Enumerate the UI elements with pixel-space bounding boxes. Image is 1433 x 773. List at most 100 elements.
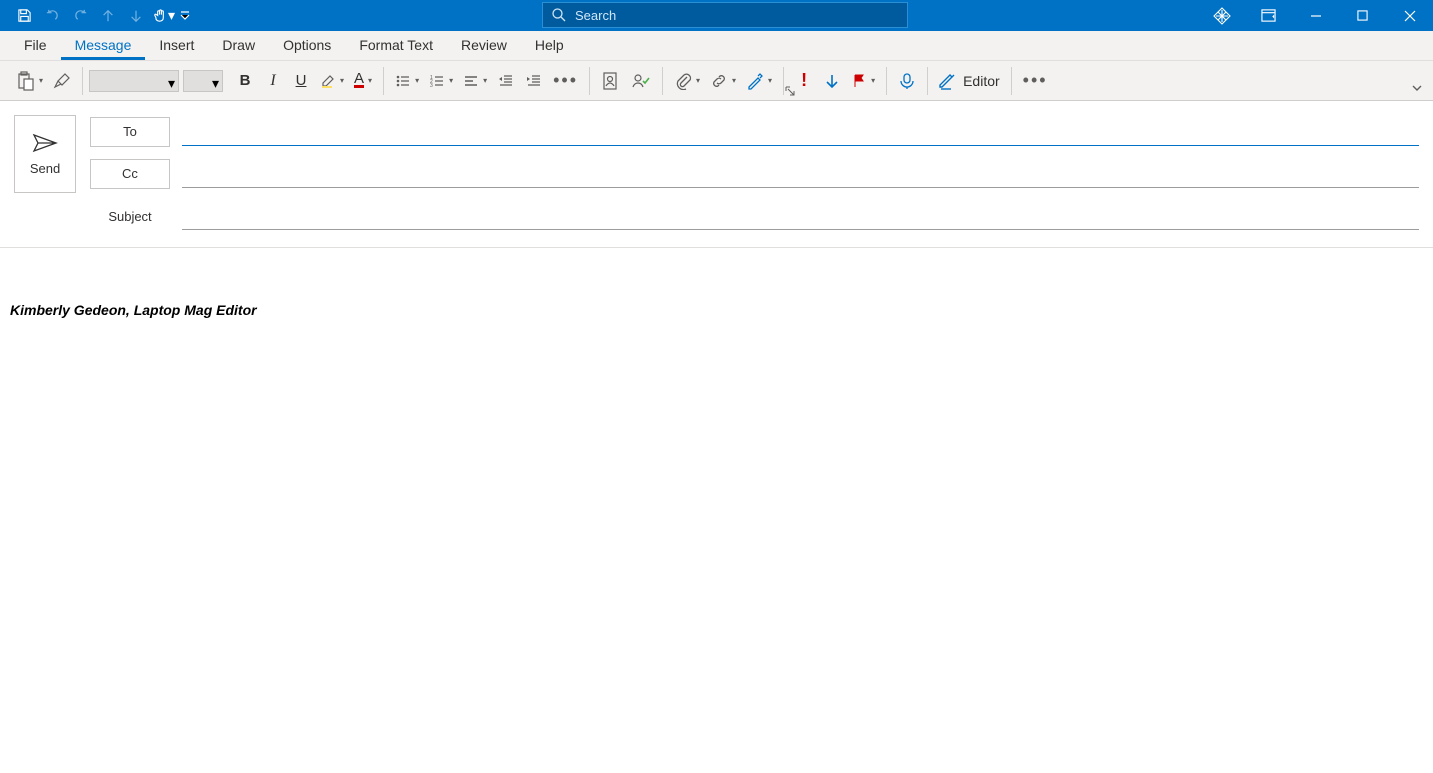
align-icon [463,73,479,89]
editor-pen-icon [939,72,957,90]
subject-label: Subject [90,209,170,224]
ribbon-display-icon [1261,8,1276,23]
search-input[interactable] [575,8,899,23]
pen-icon [746,72,764,90]
tab-file[interactable]: File [10,30,61,60]
previous-item-button[interactable] [94,0,122,31]
to-field[interactable] [182,118,1419,146]
search-icon [551,7,567,23]
maximize-icon [1357,10,1368,21]
chevron-down-icon: ▾ [871,76,875,85]
align-button[interactable]: ▾ [458,63,492,99]
numbering-button[interactable]: 123 ▾ [424,63,458,99]
close-button[interactable] [1386,0,1433,31]
editor-label: Editor [963,73,1000,89]
microphone-icon [898,72,916,90]
indent-icon [526,73,542,89]
tab-draw[interactable]: Draw [208,30,269,60]
dialog-launcher-icon [784,85,796,97]
customize-qat-button[interactable] [178,0,192,31]
ellipsis-icon: ••• [1023,70,1048,91]
address-book-button[interactable] [596,63,626,99]
chevron-down-icon [1411,82,1423,94]
send-button[interactable]: Send [14,115,76,193]
bullets-button[interactable]: ▾ [390,63,424,99]
tab-insert[interactable]: Insert [145,30,208,60]
chevron-down-icon: ▾ [39,76,43,85]
exclamation-icon: ! [801,70,807,91]
message-body[interactable]: Kimberly Gedeon, Laptop Mag Editor [0,248,1433,338]
chevron-down-icon: ▾ [732,76,736,85]
signature-text: Kimberly Gedeon, Laptop Mag Editor [10,302,1423,318]
font-size-selector[interactable]: ▾ [183,70,223,92]
highlighter-icon [320,73,336,89]
minimize-button[interactable] [1292,0,1339,31]
decrease-indent-button[interactable] [492,63,520,99]
subject-field[interactable] [182,202,1419,230]
undo-button[interactable] [38,0,66,31]
maximize-button[interactable] [1339,0,1386,31]
check-names-button[interactable] [626,63,656,99]
minimize-icon [1310,10,1322,22]
bold-button[interactable]: B [231,63,259,99]
hand-icon [153,8,168,23]
send-label: Send [30,161,60,176]
ribbon-toolbar: ▾ ▾ ▾ B I U ▾ A ▾ ▾ 123 ▾ ▾ ••• [0,61,1433,101]
tab-options[interactable]: Options [269,30,345,60]
paperclip-icon [674,72,692,90]
dictate-button[interactable] [893,63,921,99]
follow-up-button[interactable]: ▾ [846,63,880,99]
link-icon [710,72,728,90]
link-button[interactable]: ▾ [705,63,741,99]
tab-format-text[interactable]: Format Text [345,30,447,60]
save-button[interactable] [10,0,38,31]
italic-icon: I [270,72,275,90]
font-name-selector[interactable]: ▾ [89,70,179,92]
undo-icon [45,8,60,23]
basic-text-launcher[interactable] [784,84,798,98]
chevron-down-icon: ▾ [415,76,419,85]
more-commands-button[interactable]: ••• [1018,63,1053,99]
low-importance-button[interactable] [818,63,846,99]
highlight-button[interactable]: ▾ [315,63,349,99]
to-button[interactable]: To [90,117,170,147]
search-box[interactable] [542,2,908,28]
font-color-icon: A [354,73,364,88]
chevron-down-icon: ▾ [368,76,372,85]
attach-file-button[interactable]: ▾ [669,63,705,99]
ribbon-display-button[interactable] [1245,0,1292,31]
collapse-ribbon-button[interactable] [1407,78,1427,98]
tab-help[interactable]: Help [521,30,578,60]
chevron-down-icon: ▾ [168,75,175,92]
font-color-button[interactable]: A ▾ [349,63,377,99]
touch-mouse-mode-button[interactable]: ▾ [150,0,178,31]
save-icon [17,8,32,23]
tab-message[interactable]: Message [61,30,146,60]
underline-button[interactable]: U [287,63,315,99]
bold-icon: B [240,72,251,89]
tab-review[interactable]: Review [447,30,521,60]
chevron-down-icon: ▾ [340,76,344,85]
format-painter-button[interactable] [48,63,76,99]
bullets-icon [395,73,411,89]
cc-field[interactable] [182,160,1419,188]
coming-soon-button[interactable] [1198,0,1245,31]
outdent-icon [498,73,514,89]
cc-button[interactable]: Cc [90,159,170,189]
redo-button[interactable] [66,0,94,31]
increase-indent-button[interactable] [520,63,548,99]
signature-button[interactable]: ▾ [741,63,777,99]
paste-button[interactable]: ▾ [10,63,48,99]
italic-button[interactable]: I [259,63,287,99]
next-item-button[interactable] [122,0,150,31]
more-formatting-button[interactable]: ••• [548,63,583,99]
chevron-down-icon: ▾ [212,75,219,92]
arrow-down-icon [129,9,143,23]
editor-button[interactable]: Editor [934,63,1005,99]
send-icon [32,133,58,153]
clipboard-icon [15,71,35,91]
chevron-down-icon: ▾ [449,76,453,85]
chevron-down-icon: ▾ [168,7,175,24]
numbering-icon: 123 [429,73,445,89]
arrow-down-blue-icon [824,73,840,89]
